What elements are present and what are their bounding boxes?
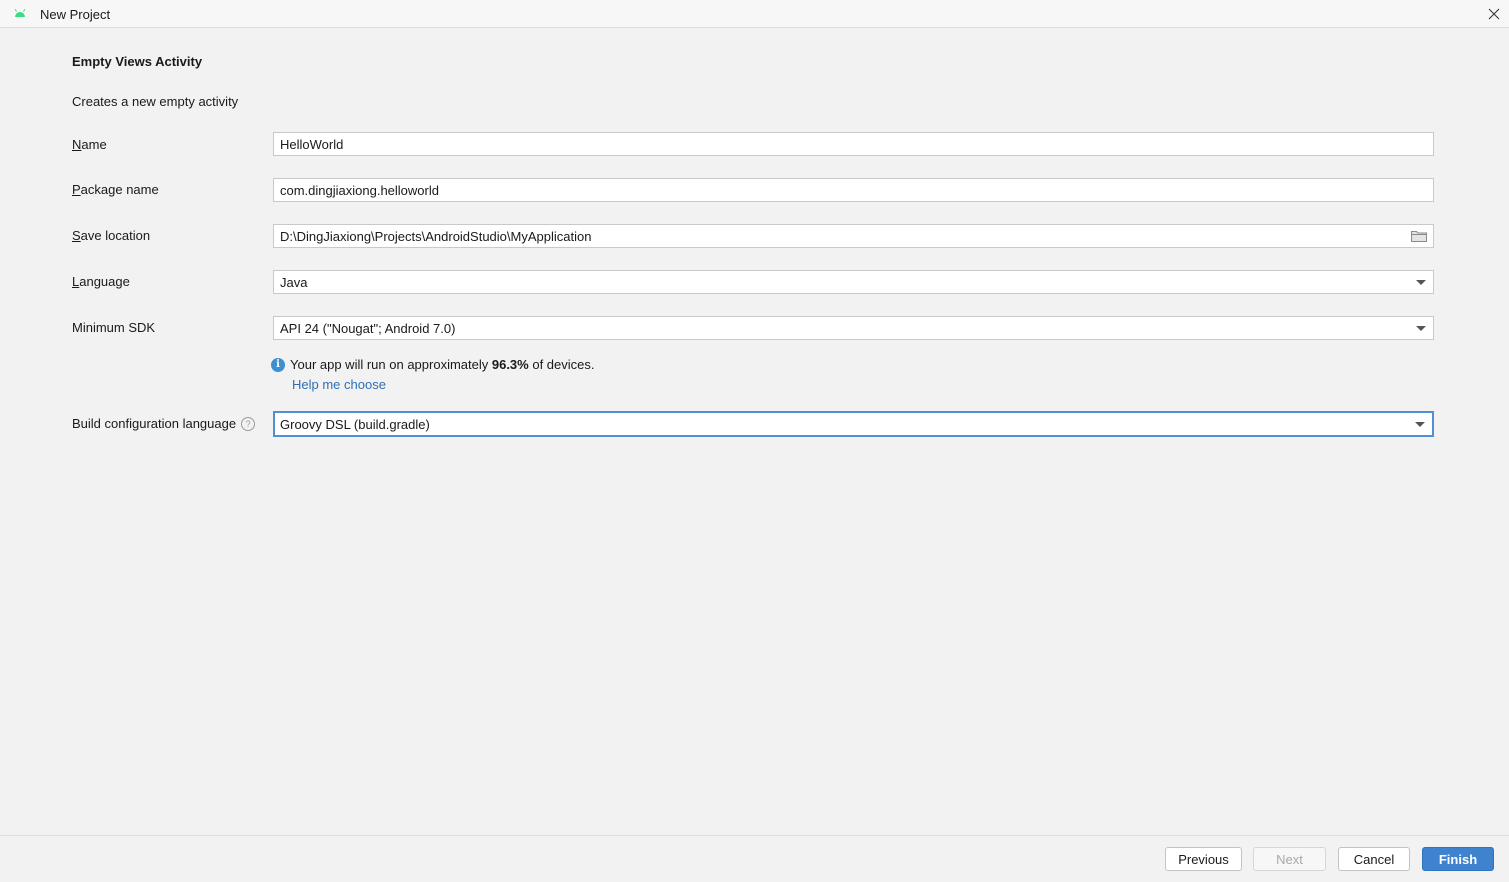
- folder-icon[interactable]: [1411, 230, 1427, 242]
- new-project-dialog: New Project Empty Views Activity Creates…: [0, 0, 1509, 882]
- name-field[interactable]: [273, 132, 1434, 156]
- help-question-icon[interactable]: ?: [241, 417, 256, 431]
- cancel-button[interactable]: Cancel: [1338, 847, 1410, 871]
- next-button[interactable]: Next: [1253, 847, 1326, 871]
- language-selected-value: Java: [280, 274, 308, 290]
- android-icon: [14, 8, 26, 17]
- close-icon: [1488, 8, 1500, 20]
- minimum-sdk-selected-value: API 24 ("Nougat"; Android 7.0): [280, 320, 456, 336]
- title-bar: New Project: [0, 0, 1509, 28]
- sdk-info-percentage: 96.3%: [491, 357, 529, 372]
- help-me-choose-link[interactable]: Help me choose: [292, 377, 386, 392]
- save-location-label-mnemonic: S: [72, 228, 81, 243]
- package-name-field[interactable]: [273, 178, 1434, 202]
- minimum-sdk-dropdown[interactable]: API 24 ("Nougat"; Android 7.0): [273, 316, 1434, 340]
- chevron-down-icon[interactable]: [1416, 280, 1426, 285]
- sdk-coverage-info: i Your app will run on approximately 96.…: [271, 357, 595, 372]
- language-label-text: anguage: [79, 274, 130, 289]
- save-location-input[interactable]: [280, 228, 1401, 244]
- build-config-language-dropdown[interactable]: Groovy DSL (build.gradle): [273, 411, 1434, 437]
- info-icon: i: [271, 357, 285, 372]
- finish-button[interactable]: Finish: [1422, 847, 1494, 871]
- package-name-label-mnemonic: P: [72, 182, 81, 197]
- sdk-info-prefix: Your app will run on approximately: [290, 357, 492, 372]
- minimum-sdk-label: Minimum SDK: [72, 320, 156, 335]
- language-label: Language: [72, 274, 130, 289]
- save-location-label-text: ave location: [80, 228, 151, 243]
- name-label: Name: [72, 137, 107, 152]
- build-config-language-label-text: Build configuration language: [72, 416, 237, 431]
- footer-divider: [0, 835, 1509, 836]
- name-input[interactable]: [280, 136, 1427, 152]
- save-location-field[interactable]: [273, 224, 1434, 248]
- template-description: Creates a new empty activity: [72, 94, 239, 109]
- package-name-label-text: ackage name: [80, 182, 159, 197]
- window-title: New Project: [40, 7, 111, 22]
- package-name-label: Package name: [72, 182, 159, 197]
- close-button[interactable]: [1479, 0, 1509, 28]
- save-location-label: Save location: [72, 228, 150, 243]
- sdk-info-suffix: of devices.: [528, 357, 595, 372]
- name-label-text: ame: [81, 137, 107, 152]
- package-name-input[interactable]: [280, 182, 1427, 198]
- build-config-language-selected-value: Groovy DSL (build.gradle): [280, 416, 430, 432]
- previous-button[interactable]: Previous: [1165, 847, 1242, 871]
- language-dropdown[interactable]: Java: [273, 270, 1434, 294]
- chevron-down-icon[interactable]: [1415, 422, 1425, 427]
- chevron-down-icon[interactable]: [1416, 326, 1426, 331]
- build-config-language-label: Build configuration language?: [72, 416, 256, 431]
- name-label-mnemonic: N: [72, 137, 82, 152]
- template-heading: Empty Views Activity: [72, 54, 203, 69]
